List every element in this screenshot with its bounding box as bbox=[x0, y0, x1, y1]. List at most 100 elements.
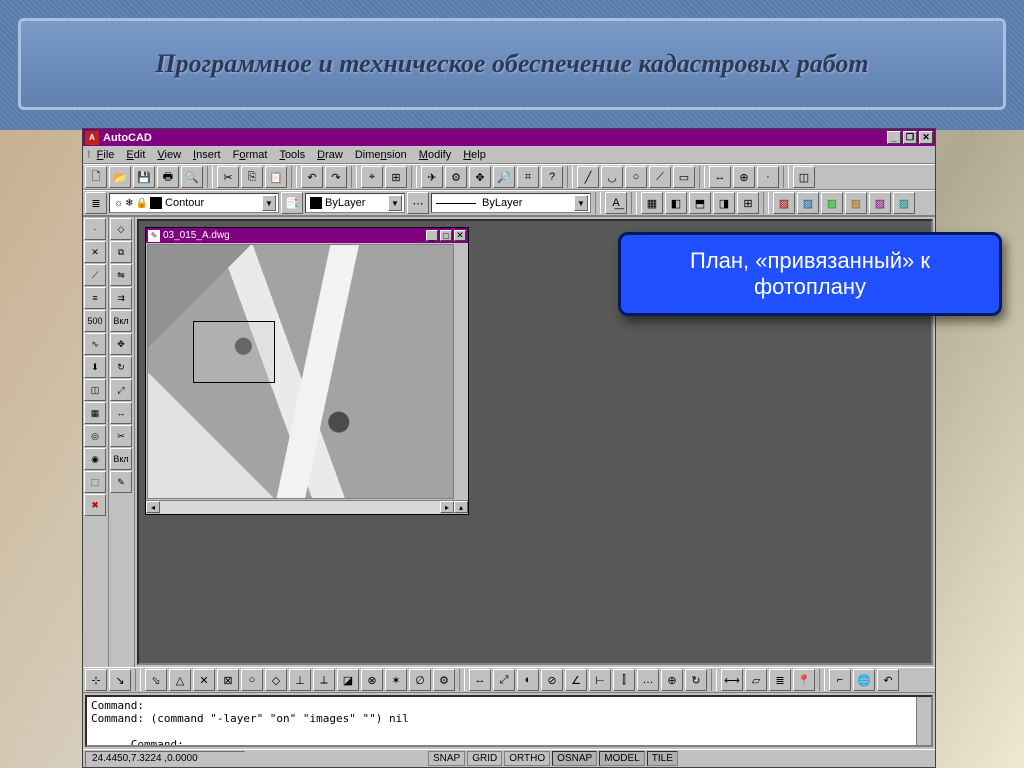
mode-snap[interactable]: SNAP bbox=[428, 751, 465, 766]
linetype-dialog-icon[interactable]: ⋯ bbox=[407, 192, 429, 214]
osnap-none-icon[interactable]: ∅ bbox=[409, 669, 431, 691]
pline-icon[interactable]: ⟋ bbox=[84, 264, 106, 286]
save-icon[interactable]: 💾 bbox=[133, 166, 155, 188]
command-line[interactable]: Command: Command: (command "-layer" "on"… bbox=[85, 695, 933, 747]
drawing-canvas[interactable] bbox=[147, 244, 467, 499]
mode-osnap[interactable]: OSNAP bbox=[552, 751, 597, 766]
osnap-settings-icon[interactable]: ⚙ bbox=[433, 669, 455, 691]
array-icon[interactable]: Вкл bbox=[110, 310, 132, 332]
menu-view[interactable]: View bbox=[157, 149, 181, 161]
copy-icon[interactable]: ⎘ bbox=[241, 166, 263, 188]
osnap-node-icon[interactable]: ⊗ bbox=[361, 669, 383, 691]
trim-icon[interactable]: ✂ bbox=[110, 425, 132, 447]
dropdown-icon[interactable]: ▼ bbox=[574, 195, 588, 211]
arc-icon[interactable]: ◡ bbox=[601, 166, 623, 188]
dim-ordinate-icon[interactable]: ⊢ bbox=[589, 669, 611, 691]
block-icon[interactable]: ◫ bbox=[84, 379, 106, 401]
aerial-icon[interactable]: ✈ bbox=[421, 166, 443, 188]
leader-icon[interactable]: · bbox=[757, 166, 779, 188]
osnap-per-icon[interactable]: ⟂ bbox=[313, 669, 335, 691]
restore-button[interactable]: ❐ bbox=[903, 131, 917, 144]
titlebar[interactable]: A AutoCAD _ ❐ ✕ bbox=[83, 129, 935, 146]
dim-update-icon[interactable]: ↻ bbox=[685, 669, 707, 691]
move-icon[interactable]: ✥ bbox=[110, 333, 132, 355]
inq-dist-icon[interactable]: ⟷ bbox=[721, 669, 743, 691]
shade-icon[interactable]: ▨ bbox=[821, 192, 843, 214]
layers-dialog-icon[interactable]: 📑 bbox=[281, 192, 303, 214]
boundary-icon[interactable]: ◎ bbox=[84, 425, 106, 447]
donut-icon[interactable]: ◉ bbox=[84, 448, 106, 470]
dim-radius-icon[interactable]: ◐ bbox=[517, 669, 539, 691]
ucs-prev-icon[interactable]: ↶ bbox=[877, 669, 899, 691]
tolerance-icon[interactable]: ⊕ bbox=[733, 166, 755, 188]
zoom-icon[interactable]: 🔎 bbox=[493, 166, 515, 188]
osnap-int-icon[interactable]: ✕ bbox=[193, 669, 215, 691]
help-icon[interactable]: ? bbox=[541, 166, 563, 188]
dropdown-icon[interactable]: ▼ bbox=[388, 195, 402, 211]
dim-linear-icon[interactable]: ↔ bbox=[469, 669, 491, 691]
xline-icon[interactable]: ✕ bbox=[84, 241, 106, 263]
view-h-icon[interactable]: ⬒ bbox=[689, 192, 711, 214]
hatch-icon[interactable]: ▦ bbox=[84, 402, 106, 424]
menu-edit[interactable]: Edit bbox=[126, 149, 145, 161]
cut-icon[interactable]: ✂ bbox=[217, 166, 239, 188]
osnap-appint-icon[interactable]: ⊠ bbox=[217, 669, 239, 691]
doc-close-button[interactable]: ✕ bbox=[454, 230, 466, 241]
coordinates-readout[interactable]: 24.4450,7.3224 ,0.0000 bbox=[85, 751, 245, 767]
point-icon[interactable]: · bbox=[84, 218, 106, 240]
dropdown-icon[interactable]: ▼ bbox=[262, 195, 276, 211]
mline-icon[interactable]: ≡ bbox=[84, 287, 106, 309]
polyline-icon[interactable]: ⟋ bbox=[649, 166, 671, 188]
inq-list-icon[interactable]: ≣ bbox=[769, 669, 791, 691]
text-icon[interactable]: 500 bbox=[84, 310, 106, 332]
menu-file[interactable]: File bbox=[97, 149, 115, 161]
snap-icon[interactable]: ⌖ bbox=[361, 166, 383, 188]
wipeout-icon[interactable]: ⬚ bbox=[84, 471, 106, 493]
mode-model[interactable]: MODEL bbox=[599, 751, 645, 766]
inq-area-icon[interactable]: ▱ bbox=[745, 669, 767, 691]
menu-draw[interactable]: Draw bbox=[317, 149, 343, 161]
stretch-icon[interactable]: ↔ bbox=[110, 402, 132, 424]
dim-center-icon[interactable]: ⊕ bbox=[661, 669, 683, 691]
spline-icon[interactable]: ∿ bbox=[84, 333, 106, 355]
undo-icon[interactable]: ↶ bbox=[301, 166, 323, 188]
tracking-icon[interactable]: ⊞ bbox=[385, 166, 407, 188]
paste-icon[interactable]: 📋 bbox=[265, 166, 287, 188]
dim-aligned-icon[interactable]: ⤢ bbox=[493, 669, 515, 691]
zoom-window-icon[interactable]: ⌗ bbox=[517, 166, 539, 188]
menu-dimension[interactable]: Dimension bbox=[355, 149, 407, 161]
rotate-icon[interactable]: ↻ bbox=[110, 356, 132, 378]
dim-continue-icon[interactable]: … bbox=[637, 669, 659, 691]
scroll-track[interactable] bbox=[160, 501, 440, 514]
menu-modify[interactable]: Modify bbox=[419, 149, 451, 161]
doc-minimize-button[interactable]: _ bbox=[426, 230, 438, 241]
scroll-left-icon[interactable]: ◂ bbox=[146, 501, 160, 513]
mode-grid[interactable]: GRID bbox=[467, 751, 502, 766]
new-icon[interactable]: 🗋 bbox=[85, 166, 107, 188]
scale-icon[interactable]: ⤢ bbox=[110, 379, 132, 401]
layer-combo[interactable]: ☼ ❄ 🔒 Contour ▼ bbox=[109, 193, 279, 213]
mirror-icon[interactable]: ⇋ bbox=[110, 264, 132, 286]
materials-icon[interactable]: ▨ bbox=[845, 192, 867, 214]
menu-help[interactable]: Help bbox=[463, 149, 486, 161]
region-icon[interactable]: ◫ bbox=[793, 166, 815, 188]
pedit-icon[interactable]: ✎ bbox=[110, 471, 132, 493]
copy-obj-icon[interactable]: ⧉ bbox=[110, 241, 132, 263]
inq-id-icon[interactable]: 📍 bbox=[793, 669, 815, 691]
ucs-world-icon[interactable]: 🌐 bbox=[853, 669, 875, 691]
print-icon[interactable]: 🖶 bbox=[157, 166, 179, 188]
linetype-combo[interactable]: ByLayer ▼ bbox=[431, 193, 591, 213]
osnap-near-icon[interactable]: ✶ bbox=[385, 669, 407, 691]
doc-maximize-button[interactable]: □ bbox=[440, 230, 452, 241]
preview-icon[interactable]: 🔍 bbox=[181, 166, 203, 188]
mode-ortho[interactable]: ORTHO bbox=[504, 751, 550, 766]
osnap-tracking-icon[interactable]: ⊹ bbox=[85, 669, 107, 691]
layer-prop-icon[interactable]: ≣ bbox=[85, 192, 107, 214]
dim-baseline-icon[interactable]: ⫿ bbox=[613, 669, 635, 691]
erase-icon[interactable]: ◇ bbox=[110, 218, 132, 240]
insert-icon[interactable]: ⬇ bbox=[84, 356, 106, 378]
render-icon[interactable]: ▨ bbox=[773, 192, 795, 214]
style-icon[interactable]: A͟ bbox=[605, 192, 627, 214]
scene-icon[interactable]: ▨ bbox=[893, 192, 915, 214]
toolbox-icon[interactable]: ⚙ bbox=[445, 166, 467, 188]
